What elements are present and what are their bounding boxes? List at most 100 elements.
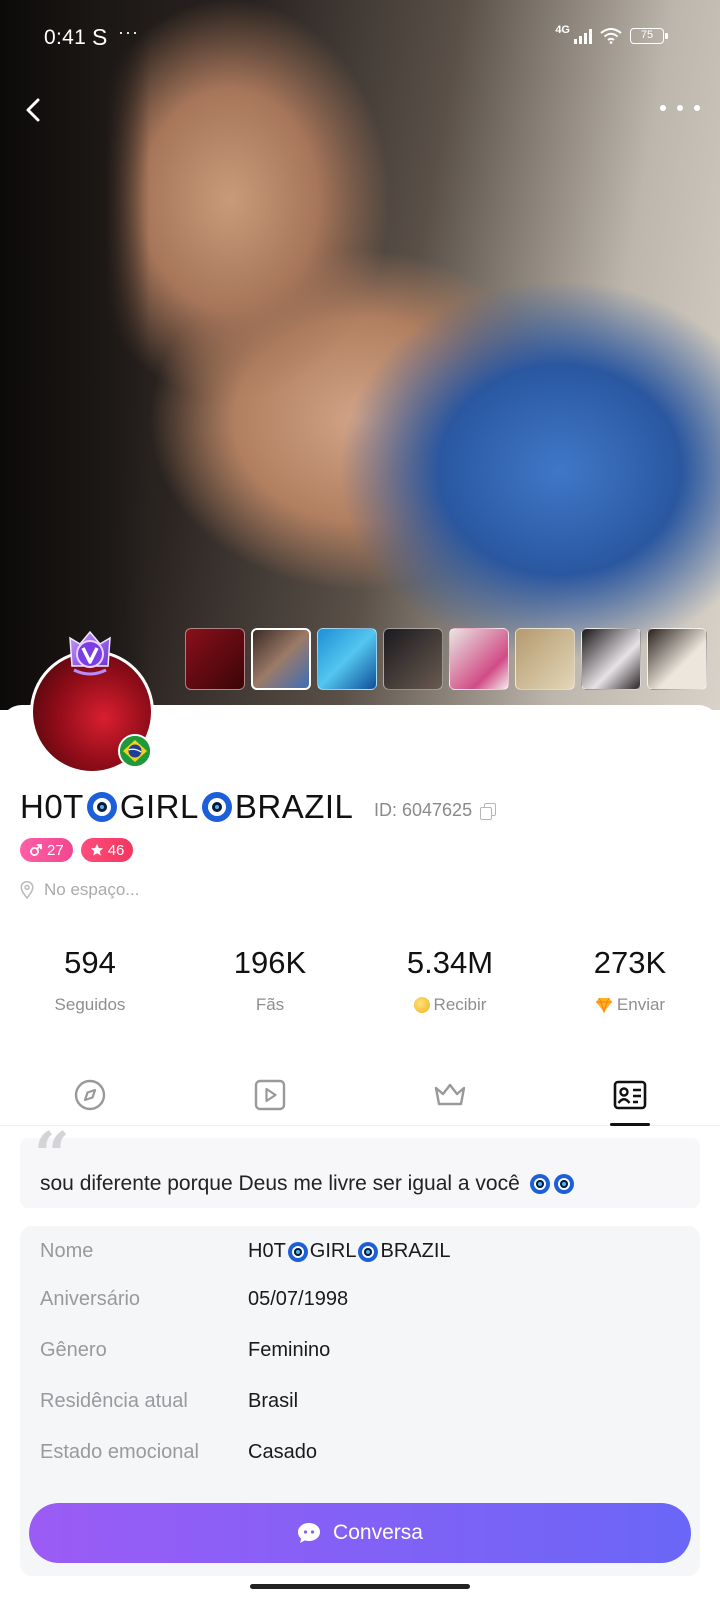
info-key: Gênero [40,1339,107,1361]
name-part: H0T [20,788,84,825]
stat-label-text: Enviar [616,995,666,1014]
chat-bubble-icon [298,1523,321,1543]
info-row-residence: Residência atual Brasil [40,1390,298,1413]
badge-value: 46 [107,841,125,859]
stat-fans[interactable]: 196K Fãs [180,945,360,1015]
info-key: Nome [40,1240,94,1262]
gender-age-badge: 27 [20,838,73,862]
stat-value: 5.34M [406,945,494,980]
location: No espaço... [20,880,139,900]
chevron-left-icon [26,98,40,122]
level-badges: 27 46 [20,838,134,862]
tab-moments[interactable] [0,1078,180,1125]
chat-button[interactable]: Conversa [29,1503,691,1563]
photo-thumbnail[interactable] [647,628,707,690]
info-key: Estado emocional [40,1441,199,1463]
name-part: GIRL [119,788,199,825]
info-value: Brasil [248,1390,299,1412]
bio-text-content: sou diferente porque Deus me livre ser i… [40,1172,520,1195]
info-key: Residência atual [40,1390,188,1412]
stat-label: Fãs [180,995,360,1015]
vip-level-badge-icon [69,630,111,676]
gem-icon [595,997,612,1013]
status-more-indicator: ··· [118,22,139,42]
stat-value: 196K [233,945,307,980]
stat-label: Recibir [360,995,540,1015]
photo-thumbnail[interactable] [515,628,575,690]
photo-thumbnail[interactable] [449,628,509,690]
stat-value: 594 [64,945,116,980]
photo-thumbnail[interactable] [581,628,641,690]
more-dot-icon [660,105,666,111]
name-part: BRAZIL [234,788,354,825]
badge-value: 27 [47,841,64,859]
brazil-flag-icon [118,734,152,768]
profile-card-icon [613,1080,647,1110]
stat-following[interactable]: 594 Seguidos [0,945,180,1015]
back-button[interactable] [18,90,48,130]
location-text: No espaço... [44,880,140,899]
info-value: Casado [248,1441,317,1463]
copy-icon[interactable] [480,802,497,820]
signal-icon [574,28,592,44]
stat-label-text: Seguidos [54,995,126,1014]
profile-name: H0T GIRL BRAZIL [20,788,353,826]
more-options-button[interactable] [660,96,700,120]
location-pin-icon [20,881,34,899]
stat-label: Enviar [540,995,720,1015]
info-value: 05/07/1998 [248,1288,349,1310]
stat-label-text: Recibir [433,995,487,1014]
info-name-part: GIRL [309,1240,357,1262]
network-type: 4G [555,24,570,36]
profile-tabs [0,1078,720,1126]
photo-thumbnails [185,628,707,690]
stat-sent[interactable]: 273K Enviar [540,945,720,1015]
info-value: H0T GIRL BRAZIL [248,1240,451,1263]
gender-icon [30,844,42,856]
bio-text: sou diferente porque Deus me livre ser i… [40,1172,576,1196]
carrier-glyph: S [92,24,108,50]
info-name-part: BRAZIL [380,1240,451,1262]
evil-eye-icon [358,1241,379,1262]
bio-quote: “ sou diferente porque Deus me livre ser… [20,1124,700,1208]
tab-videos[interactable] [180,1078,360,1125]
home-indicator[interactable] [250,1584,470,1589]
photo-thumbnail[interactable] [383,628,443,690]
info-row-name: Nome H0T GIRL BRAZIL [40,1240,451,1263]
tab-profile-info[interactable] [540,1078,720,1126]
wifi-icon [600,28,622,44]
evil-eye-icon [287,1241,308,1262]
evil-eye-icon [201,792,232,822]
info-key: Aniversário [40,1288,141,1310]
star-level-badge: 46 [80,838,134,862]
battery-icon: 75 [630,28,668,44]
photo-thumbnail[interactable] [317,628,377,690]
evil-eye-icon [553,1174,574,1194]
user-id-text: ID: 6047625 [374,800,473,820]
photo-thumbnail[interactable] [185,628,245,690]
video-icon [254,1079,286,1111]
tab-vip[interactable] [360,1078,540,1125]
status-icons: 4G 75 [555,24,668,44]
stat-label-text: Fãs [255,995,285,1014]
info-name-part: H0T [248,1240,286,1262]
info-row-relationship: Estado emocional Casado [40,1441,317,1464]
coin-icon [413,997,430,1013]
evil-eye-icon [529,1174,550,1194]
info-value: Feminino [248,1339,331,1361]
photo-thumbnail[interactable] [251,628,311,690]
crown-icon [434,1083,466,1106]
stat-received[interactable]: 5.34M Recibir [360,945,540,1015]
user-id[interactable]: ID: 6047625 [374,800,497,821]
status-bar: 0:41 S ··· 4G 75 [0,0,720,78]
info-row-gender: Gênero Feminino [40,1339,330,1362]
stats-row: 594 Seguidos 196K Fãs 5.34M Recibir 273K… [0,945,720,1015]
info-row-birthday: Aniversário 05/07/1998 [40,1288,348,1311]
chat-button-label: Conversa [333,1521,423,1544]
more-dot-icon [694,105,700,111]
compass-icon [74,1079,106,1111]
status-time: 0:41 [44,26,87,49]
profile-cover-photo[interactable] [0,0,720,710]
star-icon [90,844,103,856]
evil-eye-icon [86,792,117,822]
